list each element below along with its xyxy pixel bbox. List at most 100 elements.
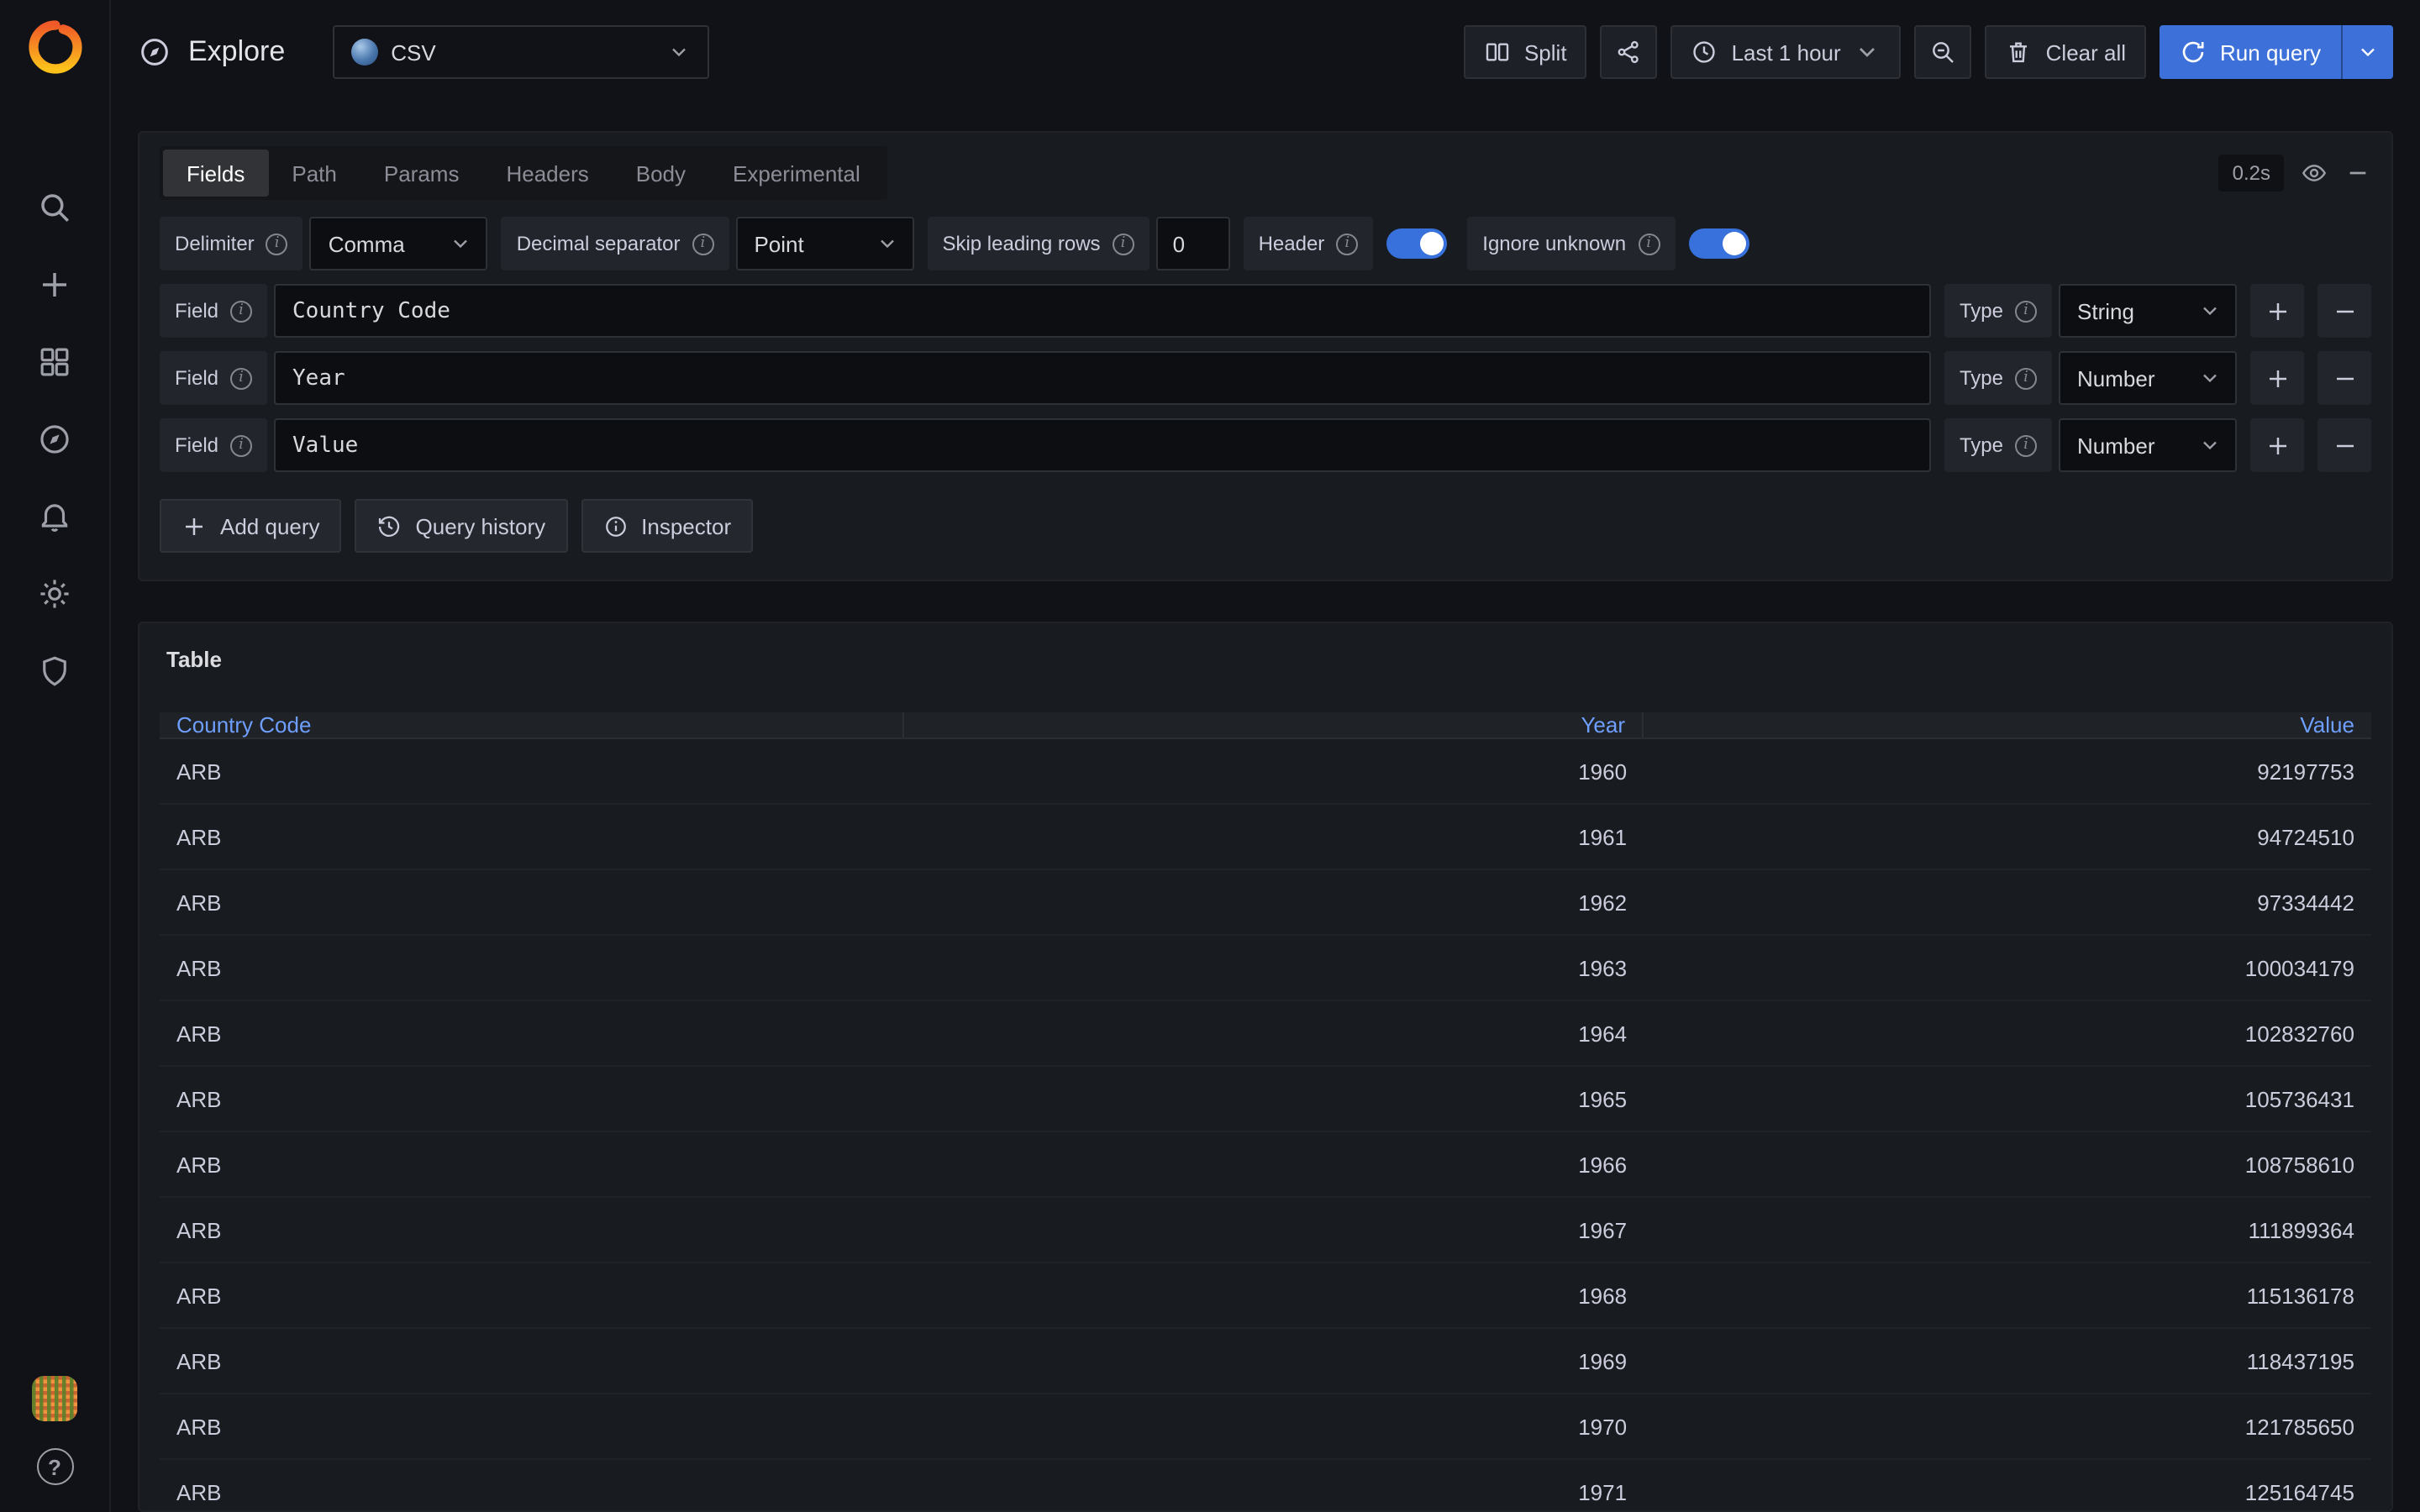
- datasource-picker[interactable]: CSV: [332, 25, 708, 79]
- field-name-input[interactable]: [274, 351, 1931, 405]
- info-circle-icon: [602, 513, 628, 538]
- plus-icon: [2265, 365, 2290, 391]
- tab-body[interactable]: Body: [613, 150, 709, 197]
- alerting-bell-icon[interactable]: [18, 477, 92, 554]
- cell-value: 125164745: [1644, 1460, 2371, 1510]
- field-name-input[interactable]: [274, 284, 1931, 338]
- tab-fields[interactable]: Fields: [163, 150, 268, 197]
- column-header-year[interactable]: Year: [905, 712, 1644, 738]
- run-query-dropdown[interactable]: [2341, 25, 2393, 79]
- time-range-picker[interactable]: Last 1 hour: [1671, 25, 1902, 79]
- query-history-button[interactable]: Query history: [355, 499, 568, 553]
- tab-path[interactable]: Path: [268, 150, 360, 197]
- field-label: Field: [160, 351, 267, 405]
- cell-country-code: ARB: [160, 1132, 905, 1196]
- table-row: ARB 1964 102832760: [160, 1001, 2371, 1067]
- cell-country-code: ARB: [160, 1329, 905, 1393]
- table-row: ARB 1966 108758610: [160, 1132, 2371, 1198]
- header-toggle-group: Header: [1244, 217, 1455, 270]
- settings-gear-icon[interactable]: [18, 554, 92, 632]
- ignore-unknown-label: Ignore unknown: [1467, 217, 1675, 270]
- query-stats: 0.2s: [2219, 155, 2371, 192]
- cell-value: 94724510: [1644, 805, 2371, 869]
- field-name-input[interactable]: [274, 418, 1931, 472]
- editor-tab-bar: Fields Path Params Headers Body Experime…: [160, 146, 887, 200]
- hide-response-button[interactable]: [2301, 160, 2328, 186]
- skip-leading-rows-group: Skip leading rows: [927, 217, 1229, 270]
- table-row: ARB 1970 121785650: [160, 1394, 2371, 1460]
- field-type-select[interactable]: Number: [2059, 418, 2237, 472]
- cell-country-code: ARB: [160, 936, 905, 1000]
- split-button[interactable]: Split: [1464, 25, 1587, 79]
- chevron-down-icon: [2356, 40, 2380, 64]
- cell-year: 1964: [905, 1001, 1644, 1065]
- clock-icon: [1691, 39, 1718, 66]
- security-shield-icon[interactable]: [18, 632, 92, 709]
- results-table: Country Code Year Value ARB 1960 9219775…: [160, 712, 2371, 1510]
- tab-experimental[interactable]: Experimental: [709, 150, 884, 197]
- clear-all-button[interactable]: Clear all: [1986, 25, 2146, 79]
- add-icon[interactable]: [18, 245, 92, 323]
- sync-icon: [2180, 39, 2207, 66]
- explore-compass-icon[interactable]: [18, 400, 92, 477]
- query-duration-badge: 0.2s: [2219, 155, 2284, 192]
- cell-value: 121785650: [1644, 1394, 2371, 1458]
- add-field-button[interactable]: [2250, 351, 2304, 405]
- field-type-select[interactable]: String: [2059, 284, 2237, 338]
- search-icon[interactable]: [18, 168, 92, 245]
- zoom-out-button[interactable]: [1915, 25, 1972, 79]
- header-toggle[interactable]: [1386, 228, 1447, 259]
- chevron-down-icon: [2198, 366, 2222, 390]
- explore-toolbar: Explore CSV Split Last 1 hour: [111, 0, 2420, 104]
- eye-icon: [2301, 160, 2328, 186]
- run-query-button[interactable]: Run query: [2160, 25, 2341, 79]
- delimiter-select[interactable]: Comma: [310, 217, 488, 270]
- ignore-unknown-group: Ignore unknown: [1467, 217, 1755, 270]
- grafana-explore-app: Explore CSV Split Last 1 hour: [0, 0, 2420, 1512]
- cell-value: 115136178: [1644, 1263, 2371, 1327]
- decimal-separator-select[interactable]: Point: [735, 217, 913, 270]
- cell-value: 97334442: [1644, 870, 2371, 934]
- tab-headers[interactable]: Headers: [482, 150, 612, 197]
- cell-value: 105736431: [1644, 1067, 2371, 1131]
- add-field-button[interactable]: [2250, 284, 2304, 338]
- tab-params[interactable]: Params: [360, 150, 483, 197]
- cell-year: 1968: [905, 1263, 1644, 1327]
- skip-leading-rows-input[interactable]: [1156, 217, 1230, 270]
- user-avatar[interactable]: [32, 1376, 77, 1421]
- add-field-button[interactable]: [2250, 418, 2304, 472]
- table-row: ARB 1963 100034179: [160, 936, 2371, 1001]
- collapse-query-button[interactable]: [2344, 160, 2371, 186]
- share-button[interactable]: [1601, 25, 1658, 79]
- help-icon[interactable]: [36, 1448, 73, 1485]
- cell-country-code: ARB: [160, 805, 905, 869]
- header-label: Header: [1244, 217, 1374, 270]
- grafana-logo-icon[interactable]: [28, 20, 82, 74]
- nav-sidebar: [0, 0, 111, 1512]
- ignore-unknown-toggle[interactable]: [1688, 228, 1749, 259]
- info-icon: [1638, 233, 1660, 255]
- table-row: ARB 1965 105736431: [160, 1067, 2371, 1132]
- cell-year: 1966: [905, 1132, 1644, 1196]
- cell-year: 1960: [905, 739, 1644, 803]
- cell-country-code: ARB: [160, 1067, 905, 1131]
- query-editor-panel: Fields Path Params Headers Body Experime…: [138, 131, 2393, 581]
- cell-year: 1970: [905, 1394, 1644, 1458]
- csv-options-row: Delimiter Comma Decimal separator Point: [160, 217, 2371, 270]
- cell-country-code: ARB: [160, 1460, 905, 1510]
- minus-icon: [2332, 298, 2357, 323]
- chevron-down-icon: [450, 232, 473, 255]
- plus-icon: [182, 513, 207, 538]
- run-query-split-button: Run query: [2160, 25, 2393, 79]
- add-query-button[interactable]: Add query: [160, 499, 342, 553]
- remove-field-button[interactable]: [2317, 418, 2371, 472]
- column-header-country-code[interactable]: Country Code: [160, 712, 905, 738]
- remove-field-button[interactable]: [2317, 284, 2371, 338]
- dashboards-icon[interactable]: [18, 323, 92, 400]
- cell-country-code: ARB: [160, 739, 905, 803]
- field-type-select[interactable]: Number: [2059, 351, 2237, 405]
- inspector-button[interactable]: Inspector: [581, 499, 753, 553]
- remove-field-button[interactable]: [2317, 351, 2371, 405]
- field-label: Field: [160, 284, 267, 338]
- column-header-value[interactable]: Value: [1644, 712, 2371, 738]
